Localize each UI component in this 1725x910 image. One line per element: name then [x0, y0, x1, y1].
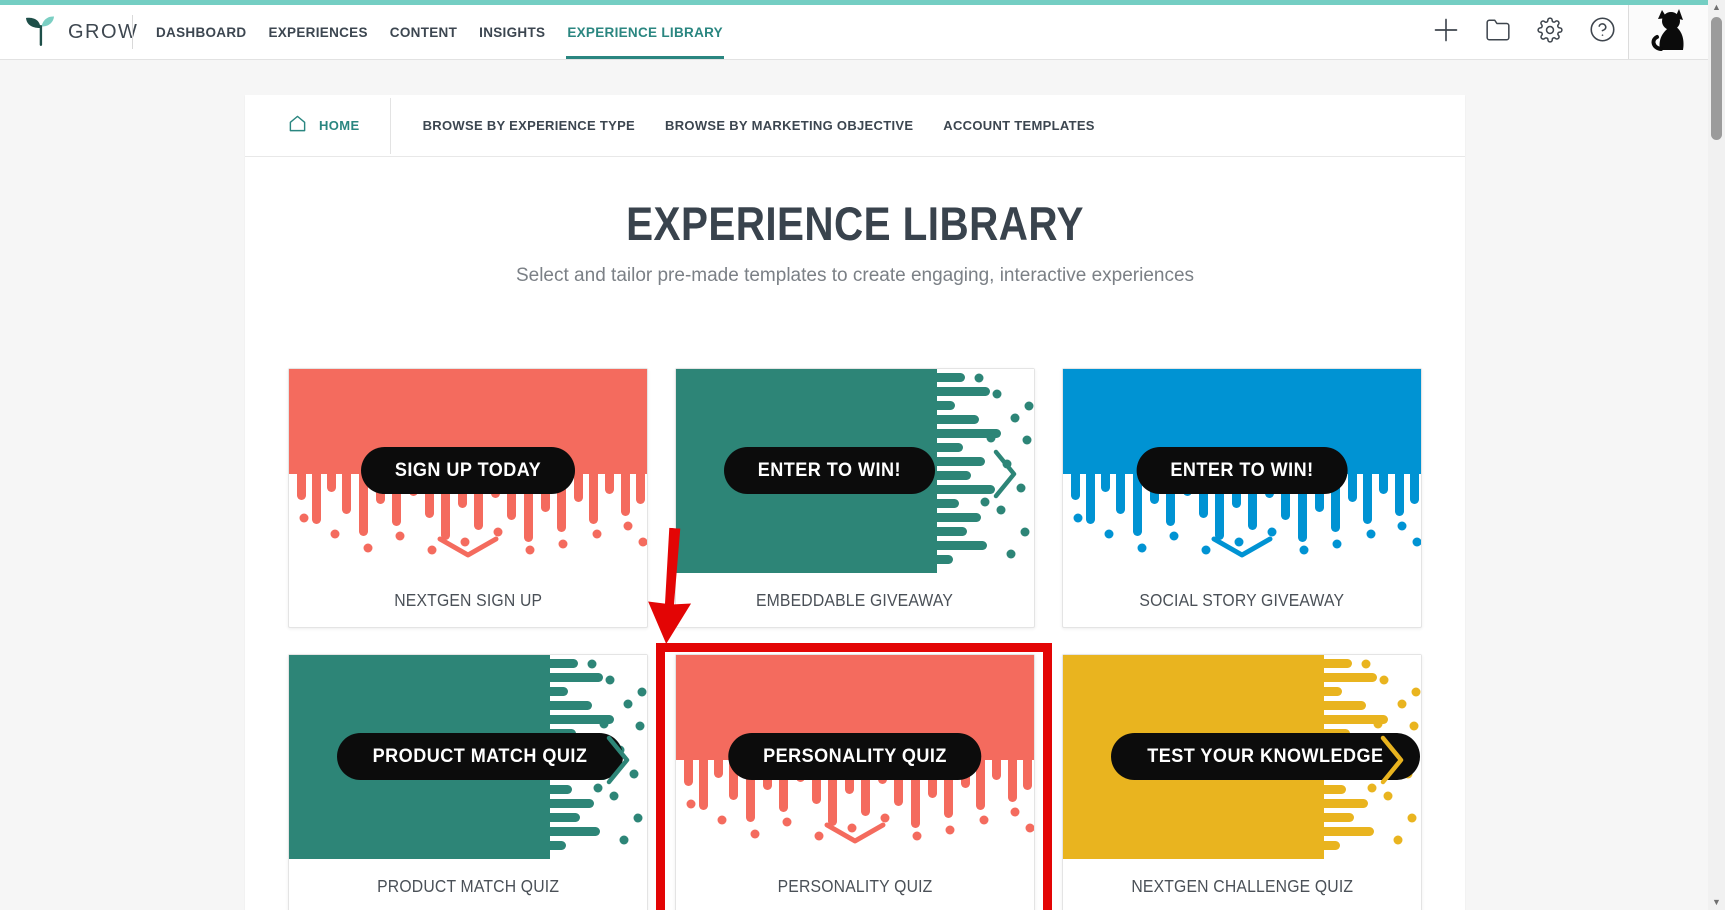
- paint-drip-decoration: [935, 369, 1034, 573]
- subnav-home-link[interactable]: HOME: [288, 114, 360, 138]
- template-card-embeddable-giveaway[interactable]: ENTER TO WIN! EMBEDDABLE GIVEAWAY: [675, 368, 1035, 628]
- leaf-logo-icon: [24, 12, 58, 53]
- cta-label: PERSONALITY QUIZ: [763, 746, 947, 768]
- chevron-down-icon: [436, 535, 500, 564]
- card-title: NEXTGEN SIGN UP: [394, 590, 542, 611]
- chevron-right-icon: [605, 734, 631, 791]
- card-label-area: NEXTGEN CHALLENGE QUIZ: [1063, 859, 1421, 910]
- card-label-area: NEXTGEN SIGN UP: [289, 573, 647, 627]
- cta-pill-button[interactable]: PERSONALITY QUIZ: [728, 733, 981, 780]
- cta-label: ENTER TO WIN!: [1170, 460, 1313, 482]
- cta-pill-button[interactable]: PRODUCT MATCH QUIZ: [337, 733, 623, 780]
- top-navbar: GROW DASHBOARDEXPERIENCESCONTENTINSIGHTS…: [0, 0, 1725, 60]
- cta-pill-button[interactable]: SIGN UP TODAY: [361, 447, 575, 494]
- navbar-actions: [1420, 5, 1725, 59]
- template-card-nextgen-sign-up[interactable]: SIGN UP TODAY NEXTGEN SIGN UP: [288, 368, 648, 628]
- library-subnav: HOME BROWSE BY EXPERIENCE TYPEBROWSE BY …: [245, 95, 1465, 157]
- help-button[interactable]: [1576, 5, 1628, 59]
- subnav-home-label: HOME: [319, 118, 360, 133]
- page-subtitle: Select and tailor pre-made templates to …: [245, 265, 1465, 287]
- cta-label: TEST YOUR KNOWLEDGE: [1147, 746, 1383, 768]
- cta-label: SIGN UP TODAY: [395, 460, 541, 482]
- navbar-divider: [132, 15, 133, 49]
- card-label-area: SOCIAL STORY GIVEAWAY: [1063, 573, 1421, 627]
- subnav-item-browse-by-experience-type[interactable]: BROWSE BY EXPERIENCE TYPE: [423, 118, 635, 133]
- page-title: EXPERIENCE LIBRARY: [330, 196, 1379, 251]
- subnav-item-account-templates[interactable]: ACCOUNT TEMPLATES: [943, 118, 1094, 133]
- scrollbar-thumb[interactable]: [1711, 17, 1722, 140]
- cta-label: PRODUCT MATCH QUIZ: [373, 746, 588, 768]
- user-avatar[interactable]: [1628, 5, 1708, 59]
- scroll-down-icon[interactable]: ▼: [1712, 895, 1721, 909]
- card-label-area: EMBEDDABLE GIVEAWAY: [676, 573, 1034, 627]
- card-title: NEXTGEN CHALLENGE QUIZ: [1131, 876, 1353, 897]
- cat-avatar-icon: [1649, 9, 1689, 56]
- card-title: SOCIAL STORY GIVEAWAY: [1140, 590, 1345, 611]
- template-card-product-match-quiz[interactable]: PRODUCT MATCH QUIZ PRODUCT MATCH QUIZ: [288, 654, 648, 910]
- gear-icon: [1537, 17, 1563, 48]
- template-card-nextgen-challenge-quiz[interactable]: TEST YOUR KNOWLEDGE NEXTGEN CHALLENGE QUI…: [1062, 654, 1422, 910]
- settings-button[interactable]: [1524, 5, 1576, 59]
- home-icon: [288, 114, 307, 138]
- brand-logo[interactable]: GROW: [0, 12, 130, 53]
- card-title: PRODUCT MATCH QUIZ: [377, 876, 559, 897]
- chevron-down-icon: [823, 821, 887, 850]
- scroll-up-icon[interactable]: ▲: [1712, 0, 1721, 14]
- help-icon: [1589, 16, 1616, 48]
- subnav-items: BROWSE BY EXPERIENCE TYPE BROWSE BY MARKE…: [423, 118, 1125, 133]
- card-title: EMBEDDABLE GIVEAWAY: [756, 590, 953, 611]
- nav-item-content[interactable]: CONTENT: [379, 5, 468, 59]
- folders-button[interactable]: [1472, 5, 1524, 59]
- cta-label: ENTER TO WIN!: [758, 460, 901, 482]
- folder-icon: [1485, 17, 1511, 48]
- template-thumbnail: TEST YOUR KNOWLEDGE: [1063, 655, 1421, 859]
- template-thumbnail: SIGN UP TODAY: [289, 369, 647, 573]
- page-scrollbar[interactable]: ▲ ▼: [1708, 0, 1725, 910]
- plus-icon: [1432, 16, 1460, 49]
- template-card-personality-quiz[interactable]: PERSONALITY QUIZ PERSONALITY QUIZ: [675, 654, 1035, 910]
- template-thumbnail: PRODUCT MATCH QUIZ: [289, 655, 647, 859]
- template-thumbnail: ENTER TO WIN!: [1063, 369, 1421, 573]
- cta-pill-button[interactable]: TEST YOUR KNOWLEDGE: [1111, 733, 1420, 780]
- cta-pill-button[interactable]: ENTER TO WIN!: [724, 447, 935, 494]
- card-label-area: PRODUCT MATCH QUIZ: [289, 859, 647, 910]
- create-new-button[interactable]: [1420, 5, 1472, 59]
- template-thumbnail: PERSONALITY QUIZ: [676, 655, 1034, 859]
- template-thumbnail: ENTER TO WIN!: [676, 369, 1034, 573]
- card-label-area: PERSONALITY QUIZ: [676, 859, 1034, 910]
- nav-item-insights[interactable]: INSIGHTS: [468, 5, 556, 59]
- card-title: PERSONALITY QUIZ: [778, 876, 933, 897]
- content-panel: HOME BROWSE BY EXPERIENCE TYPEBROWSE BY …: [245, 95, 1465, 910]
- cta-pill-button[interactable]: ENTER TO WIN!: [1137, 447, 1348, 494]
- nav-item-experience-library[interactable]: EXPERIENCE LIBRARY: [556, 5, 734, 59]
- subnav-item-browse-by-marketing-objective[interactable]: BROWSE BY MARKETING OBJECTIVE: [665, 118, 913, 133]
- nav-item-experiences[interactable]: EXPERIENCES: [257, 5, 378, 59]
- template-card-grid: SIGN UP TODAY NEXTGEN SIGN UP ENTER TO WIN…: [288, 368, 1422, 910]
- brand-name: GROW: [68, 21, 138, 44]
- nav-item-dashboard[interactable]: DASHBOARD: [145, 5, 257, 59]
- template-card-social-story-giveaway[interactable]: ENTER TO WIN! SOCIAL STORY GIVEAWAY: [1062, 368, 1422, 628]
- main-nav: DASHBOARDEXPERIENCESCONTENTINSIGHTSEXPER…: [145, 5, 734, 59]
- chevron-right-icon: [1379, 734, 1405, 791]
- subnav-divider: [390, 98, 391, 154]
- chevron-right-icon: [992, 448, 1018, 505]
- chevron-down-icon: [1210, 535, 1274, 564]
